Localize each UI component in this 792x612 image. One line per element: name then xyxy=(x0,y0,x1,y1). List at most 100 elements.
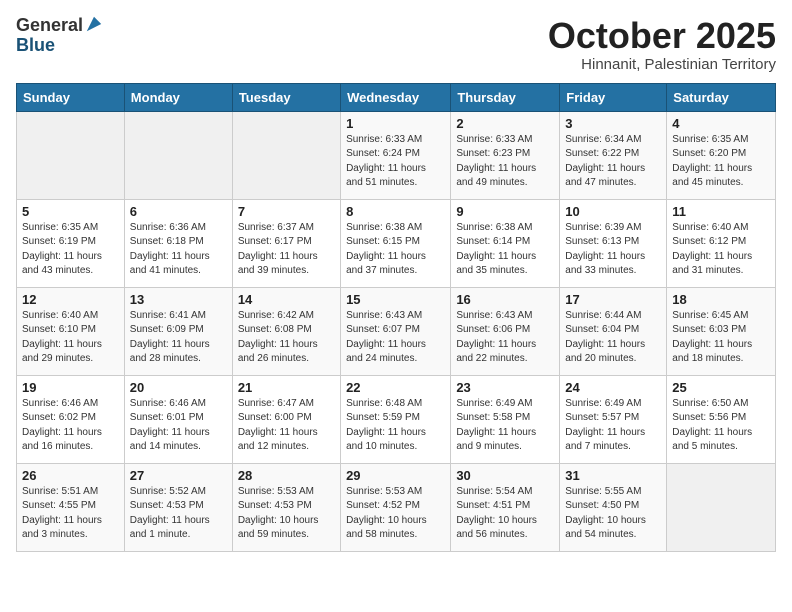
day-info: Sunrise: 6:35 AM Sunset: 6:20 PM Dayligh… xyxy=(672,133,770,191)
calendar-cell xyxy=(124,111,232,199)
day-number: 3 xyxy=(565,116,661,131)
logo-general-text: General xyxy=(16,16,83,36)
day-number: 26 xyxy=(22,468,119,483)
day-info: Sunrise: 6:44 AM Sunset: 6:04 PM Dayligh… xyxy=(565,309,661,367)
day-number: 4 xyxy=(672,116,770,131)
day-number: 23 xyxy=(456,380,554,395)
day-info: Sunrise: 6:42 AM Sunset: 6:08 PM Dayligh… xyxy=(238,309,335,367)
calendar-cell: 3Sunrise: 6:34 AM Sunset: 6:22 PM Daylig… xyxy=(560,111,667,199)
day-number: 14 xyxy=(238,292,335,307)
day-info: Sunrise: 5:54 AM Sunset: 4:51 PM Dayligh… xyxy=(456,485,554,543)
day-info: Sunrise: 6:43 AM Sunset: 6:06 PM Dayligh… xyxy=(456,309,554,367)
calendar-cell: 4 Sunrise: 6:35 AM Sunset: 6:20 PM Daylig… xyxy=(667,111,776,199)
calendar-cell xyxy=(17,111,125,199)
day-info: Sunrise: 6:38 AM Sunset: 6:15 PM Dayligh… xyxy=(346,221,445,279)
weekday-header-sunday: Sunday xyxy=(17,83,125,111)
day-info: Sunrise: 6:33 AM Sunset: 6:24 PM Dayligh… xyxy=(346,133,445,191)
day-number: 5 xyxy=(22,204,119,219)
day-info: Sunrise: 5:51 AM Sunset: 4:55 PM Dayligh… xyxy=(22,485,119,543)
day-info: Sunrise: 6:35 AM Sunset: 6:19 PM Dayligh… xyxy=(22,221,119,279)
day-number: 30 xyxy=(456,468,554,483)
calendar-cell: 10Sunrise: 6:39 AM Sunset: 6:13 PM Dayli… xyxy=(560,199,667,287)
logo-icon xyxy=(85,15,103,33)
calendar-cell: 15 Sunrise: 6:43 AM Sunset: 6:07 PM Dayli… xyxy=(341,287,451,375)
month-title: October 2025 xyxy=(548,16,776,56)
day-number: 25 xyxy=(672,380,770,395)
location-subtitle: Hinnanit, Palestinian Territory xyxy=(548,56,776,73)
day-info: Sunrise: 6:38 AM Sunset: 6:14 PM Dayligh… xyxy=(456,221,554,279)
day-info: Sunrise: 6:40 AM Sunset: 6:10 PM Dayligh… xyxy=(22,309,119,367)
day-info: Sunrise: 6:49 AM Sunset: 5:58 PM Dayligh… xyxy=(456,397,554,455)
calendar-cell xyxy=(232,111,340,199)
logo: General Blue xyxy=(16,16,103,56)
day-number: 19 xyxy=(22,380,119,395)
day-number: 9 xyxy=(456,204,554,219)
day-info: Sunrise: 5:53 AM Sunset: 4:53 PM Dayligh… xyxy=(238,485,335,543)
calendar-cell: 17Sunrise: 6:44 AM Sunset: 6:04 PM Dayli… xyxy=(560,287,667,375)
day-number: 15 xyxy=(346,292,445,307)
calendar-cell: 23 Sunrise: 6:49 AM Sunset: 5:58 PM Dayli… xyxy=(451,375,560,463)
calendar-cell: 7 Sunrise: 6:37 AM Sunset: 6:17 PM Daylig… xyxy=(232,199,340,287)
day-number: 18 xyxy=(672,292,770,307)
calendar-cell: 30 Sunrise: 5:54 AM Sunset: 4:51 PM Dayli… xyxy=(451,463,560,551)
calendar-cell: 6 Sunrise: 6:36 AM Sunset: 6:18 PM Daylig… xyxy=(124,199,232,287)
day-info: Sunrise: 6:41 AM Sunset: 6:09 PM Dayligh… xyxy=(130,309,227,367)
day-info: Sunrise: 6:45 AM Sunset: 6:03 PM Dayligh… xyxy=(672,309,770,367)
calendar-cell: 11 Sunrise: 6:40 AM Sunset: 6:12 PM Dayli… xyxy=(667,199,776,287)
day-info: Sunrise: 6:40 AM Sunset: 6:12 PM Dayligh… xyxy=(672,221,770,279)
calendar-cell: 12 Sunrise: 6:40 AM Sunset: 6:10 PM Dayli… xyxy=(17,287,125,375)
day-number: 31 xyxy=(565,468,661,483)
calendar-cell: 14 Sunrise: 6:42 AM Sunset: 6:08 PM Dayli… xyxy=(232,287,340,375)
day-number: 8 xyxy=(346,204,445,219)
day-number: 12 xyxy=(22,292,119,307)
day-info: Sunrise: 6:47 AM Sunset: 6:00 PM Dayligh… xyxy=(238,397,335,455)
calendar-cell: 31 Sunrise: 5:55 AM Sunset: 4:50 PM Dayli… xyxy=(560,463,667,551)
day-number: 10 xyxy=(565,204,661,219)
calendar-cell: 29Sunrise: 5:53 AM Sunset: 4:52 PM Dayli… xyxy=(341,463,451,551)
day-info: Sunrise: 6:33 AM Sunset: 6:23 PM Dayligh… xyxy=(456,133,554,191)
calendar-table: SundayMondayTuesdayWednesdayThursdayFrid… xyxy=(16,83,776,552)
day-info: Sunrise: 6:43 AM Sunset: 6:07 PM Dayligh… xyxy=(346,309,445,367)
calendar-cell: 28 Sunrise: 5:53 AM Sunset: 4:53 PM Dayli… xyxy=(232,463,340,551)
day-number: 7 xyxy=(238,204,335,219)
calendar-cell: 19Sunrise: 6:46 AM Sunset: 6:02 PM Dayli… xyxy=(17,375,125,463)
calendar-cell: 16 Sunrise: 6:43 AM Sunset: 6:06 PM Dayli… xyxy=(451,287,560,375)
day-info: Sunrise: 6:37 AM Sunset: 6:17 PM Dayligh… xyxy=(238,221,335,279)
calendar-cell: 2 Sunrise: 6:33 AM Sunset: 6:23 PM Daylig… xyxy=(451,111,560,199)
day-number: 6 xyxy=(130,204,227,219)
calendar-cell xyxy=(667,463,776,551)
day-info: Sunrise: 6:46 AM Sunset: 6:01 PM Dayligh… xyxy=(130,397,227,455)
weekday-header-thursday: Thursday xyxy=(451,83,560,111)
day-info: Sunrise: 6:48 AM Sunset: 5:59 PM Dayligh… xyxy=(346,397,445,455)
day-number: 27 xyxy=(130,468,227,483)
day-info: Sunrise: 5:53 AM Sunset: 4:52 PM Dayligh… xyxy=(346,485,445,543)
day-info: Sunrise: 6:50 AM Sunset: 5:56 PM Dayligh… xyxy=(672,397,770,455)
calendar-cell: 13 Sunrise: 6:41 AM Sunset: 6:09 PM Dayli… xyxy=(124,287,232,375)
calendar-week-row: 19Sunrise: 6:46 AM Sunset: 6:02 PM Dayli… xyxy=(17,375,776,463)
calendar-cell: 8 Sunrise: 6:38 AM Sunset: 6:15 PM Daylig… xyxy=(341,199,451,287)
weekday-header-row: SundayMondayTuesdayWednesdayThursdayFrid… xyxy=(17,83,776,111)
calendar-cell: 26 Sunrise: 5:51 AM Sunset: 4:55 PM Dayli… xyxy=(17,463,125,551)
weekday-header-saturday: Saturday xyxy=(667,83,776,111)
calendar-cell: 20 Sunrise: 6:46 AM Sunset: 6:01 PM Dayli… xyxy=(124,375,232,463)
calendar-cell: 25 Sunrise: 6:50 AM Sunset: 5:56 PM Dayli… xyxy=(667,375,776,463)
calendar-cell: 27 Sunrise: 5:52 AM Sunset: 4:53 PM Dayli… xyxy=(124,463,232,551)
day-number: 20 xyxy=(130,380,227,395)
weekday-header-wednesday: Wednesday xyxy=(341,83,451,111)
day-info: Sunrise: 5:55 AM Sunset: 4:50 PM Dayligh… xyxy=(565,485,661,543)
calendar-cell: 24Sunrise: 6:49 AM Sunset: 5:57 PM Dayli… xyxy=(560,375,667,463)
day-number: 28 xyxy=(238,468,335,483)
day-info: Sunrise: 6:36 AM Sunset: 6:18 PM Dayligh… xyxy=(130,221,227,279)
day-number: 13 xyxy=(130,292,227,307)
day-info: Sunrise: 5:52 AM Sunset: 4:53 PM Dayligh… xyxy=(130,485,227,543)
weekday-header-monday: Monday xyxy=(124,83,232,111)
calendar-week-row: 12 Sunrise: 6:40 AM Sunset: 6:10 PM Dayli… xyxy=(17,287,776,375)
day-number: 2 xyxy=(456,116,554,131)
calendar-cell: 1Sunrise: 6:33 AM Sunset: 6:24 PM Daylig… xyxy=(341,111,451,199)
day-number: 11 xyxy=(672,204,770,219)
calendar-cell: 21Sunrise: 6:47 AM Sunset: 6:00 PM Dayli… xyxy=(232,375,340,463)
calendar-week-row: 1Sunrise: 6:33 AM Sunset: 6:24 PM Daylig… xyxy=(17,111,776,199)
day-number: 16 xyxy=(456,292,554,307)
title-block: October 2025 Hinnanit, Palestinian Terri… xyxy=(548,16,776,73)
calendar-week-row: 5 Sunrise: 6:35 AM Sunset: 6:19 PM Daylig… xyxy=(17,199,776,287)
